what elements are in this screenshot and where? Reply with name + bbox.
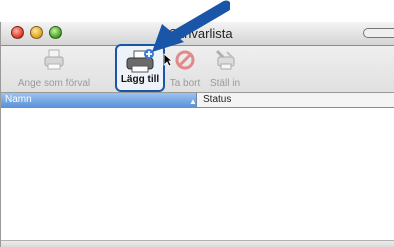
annotation-arrow-icon — [152, 0, 230, 52]
make-default-label: Ange som förval — [17, 78, 91, 89]
column-header-name[interactable]: Namn ▲ — [1, 93, 197, 107]
delete-printer-label: Ta bort — [169, 78, 201, 89]
column-status-label: Status — [203, 94, 232, 105]
window-bottom-bar — [1, 240, 394, 247]
printer-list[interactable] — [1, 108, 394, 240]
zoom-window-button[interactable] — [49, 26, 62, 39]
sort-ascending-icon: ▲ — [189, 97, 197, 106]
column-header-status[interactable]: Status — [199, 93, 394, 107]
toolbar-toggle-button[interactable] — [363, 28, 394, 38]
minimize-window-button[interactable] — [30, 26, 43, 39]
mouse-pointer-icon — [163, 53, 173, 67]
configure-printer-label: Ställ in — [209, 78, 240, 89]
printer-icon — [44, 49, 64, 70]
make-default-button[interactable]: Ange som förval — [4, 46, 104, 92]
close-window-button[interactable] — [11, 26, 24, 39]
add-printer-label: Lägg till — [120, 74, 160, 85]
table-header: Namn ▲ Status — [1, 93, 394, 108]
column-name-label: Namn — [5, 94, 32, 105]
